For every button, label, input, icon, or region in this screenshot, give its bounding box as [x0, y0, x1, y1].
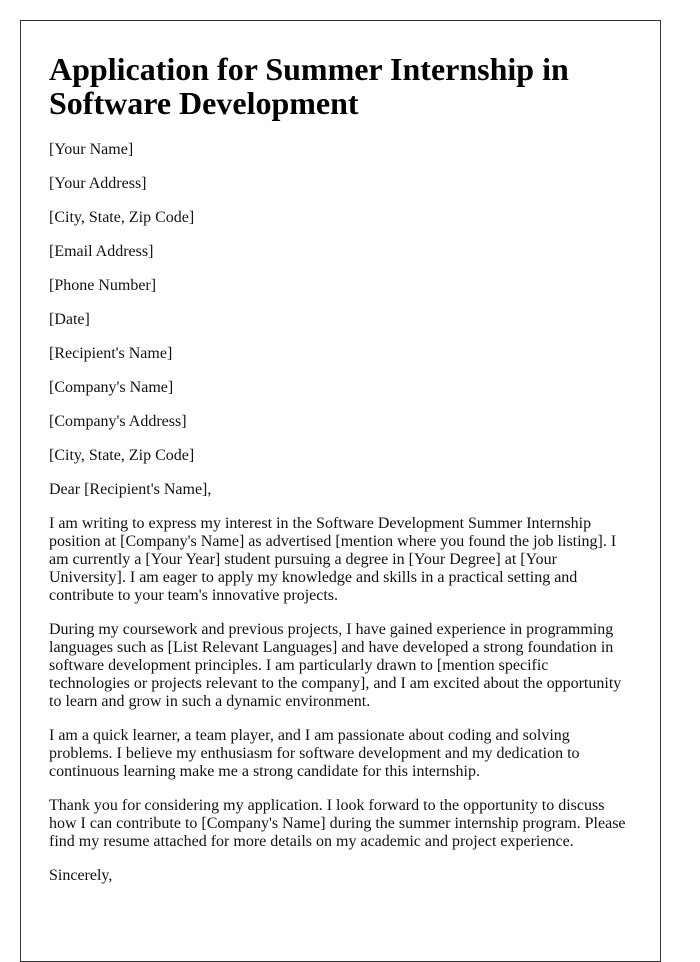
sender-address: [Your Address] [49, 175, 147, 192]
sender-phone: [Phone Number] [49, 277, 157, 294]
body-paragraph-intro: I am writing to express my interest in t… [49, 515, 617, 604]
salutation: Dear [Recipient's Name], [49, 481, 212, 498]
recipient-company-address: [Company's Address] [49, 413, 187, 430]
recipient-city-state-zip: [City, State, Zip Code] [49, 447, 195, 464]
sender-block: [Your Name] [Your Address] [City, State,… [49, 141, 631, 329]
recipient-company: [Company's Name] [49, 379, 174, 396]
recipient-name: [Recipient's Name] [49, 345, 173, 362]
letter-date: [Date] [49, 311, 90, 328]
sender-email: [Email Address] [49, 243, 154, 260]
sender-name: [Your Name] [49, 141, 134, 158]
sender-city-state-zip: [City, State, Zip Code] [49, 209, 195, 226]
body-paragraph-experience: During my coursework and previous projec… [49, 621, 622, 710]
body-paragraph-qualities: I am a quick learner, a team player, and… [49, 727, 580, 780]
letter-title: Application for Summer Internship in Sof… [49, 51, 569, 121]
closing: Sincerely, [49, 867, 113, 884]
letter-body: I am writing to express my interest in t… [49, 515, 631, 851]
letter-container: Application for Summer Internship in Sof… [20, 20, 661, 962]
body-paragraph-closing: Thank you for considering my application… [49, 797, 626, 850]
recipient-block: [Recipient's Name] [Company's Name] [Com… [49, 345, 631, 465]
